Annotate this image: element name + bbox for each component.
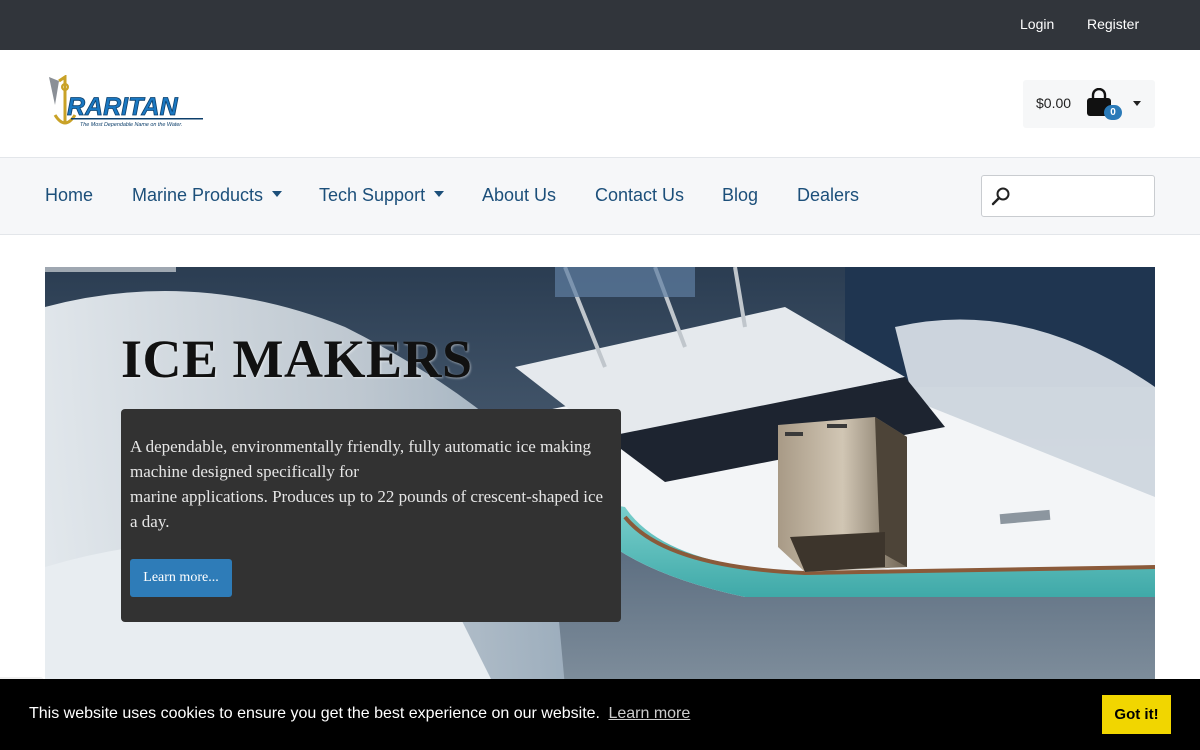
raritan-logo[interactable]: RARITAN The Most Dependable Name on the …: [45, 74, 207, 135]
hero-description: A dependable, environmentally friendly, …: [130, 434, 614, 534]
hero-indicator: [45, 267, 176, 272]
hero-title: ICE MAKERS: [121, 329, 473, 389]
logo-tagline: The Most Dependable Name on the Water.: [80, 122, 182, 128]
search-icon: [991, 187, 1010, 206]
raritan-logo-graphic: RARITAN The Most Dependable Name on the …: [49, 74, 203, 128]
cart-total: $0.00: [1036, 95, 1072, 111]
register-link[interactable]: Register: [1087, 16, 1139, 32]
caret-down-icon: [434, 191, 445, 198]
nav-tech-support-label: Tech Support: [319, 185, 426, 205]
login-link[interactable]: Login: [1020, 16, 1054, 32]
cookie-learn-more-link[interactable]: Learn more: [608, 705, 690, 722]
hero-caption-box: A dependable, environmentally friendly, …: [121, 409, 621, 622]
main-nav: Home Marine Products Tech Support About …: [0, 158, 1200, 235]
site-header: RARITAN The Most Dependable Name on the …: [0, 50, 1200, 158]
cart-dropdown[interactable]: $0.00 0: [1023, 80, 1155, 128]
nav-blog[interactable]: Blog: [722, 185, 758, 206]
nav-about-us[interactable]: About Us: [482, 185, 556, 206]
nav-blog-label: Blog: [722, 185, 759, 205]
search-box[interactable]: [981, 175, 1155, 217]
nav-dealers[interactable]: Dealers: [797, 185, 859, 206]
nav-about-us-label: About Us: [482, 185, 557, 205]
cookie-accept-button[interactable]: Got it!: [1102, 695, 1171, 734]
search-input[interactable]: [1016, 180, 1148, 212]
cookie-message-text: This website uses cookies to ensure you …: [29, 705, 600, 722]
nav-home[interactable]: Home: [45, 185, 93, 206]
hero-description-line-2: marine applications. Produces up to 22 p…: [130, 487, 604, 531]
cookie-message: This website uses cookies to ensure you …: [29, 705, 690, 723]
hero-description-line-1: A dependable, environmentally friendly, …: [130, 437, 592, 481]
svg-text:RARITAN: RARITAN: [67, 93, 179, 121]
nav-tech-support[interactable]: Tech Support: [319, 185, 445, 206]
nav-marine-products[interactable]: Marine Products: [132, 185, 283, 206]
learn-more-button[interactable]: Learn more...: [130, 559, 232, 597]
nav-marine-products-label: Marine Products: [132, 185, 264, 205]
cookie-consent-banner: This website uses cookies to ensure you …: [0, 679, 1200, 750]
nav-contact-us[interactable]: Contact Us: [595, 185, 684, 206]
cart-count-badge: 0: [1104, 105, 1122, 120]
caret-down-icon: [272, 191, 283, 198]
nav-dealers-label: Dealers: [797, 185, 860, 205]
top-bar: Login Register: [0, 0, 1200, 50]
nav-home-label: Home: [45, 185, 94, 205]
nav-contact-us-label: Contact Us: [595, 185, 685, 205]
chevron-down-icon: [1133, 101, 1141, 106]
